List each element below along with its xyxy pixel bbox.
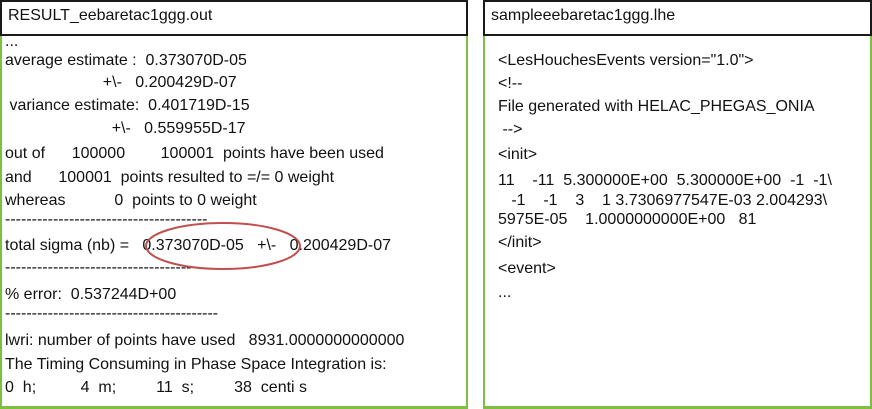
separator-line: ---------------------------------------- bbox=[5, 305, 219, 322]
result-file-panel: RESULT_eebaretac1ggg.out ... average est… bbox=[0, 0, 468, 409]
lhe-line: <!-- bbox=[498, 75, 523, 92]
separator-line: -------------------------------------- bbox=[5, 211, 208, 228]
total-sigma-line: total sigma (nb) = 0.373070D-05 +\- 0.20… bbox=[5, 237, 392, 254]
lhe-line: 11 -11 5.300000E+00 5.300000E+00 -1 -1\ bbox=[498, 172, 832, 189]
result-file-title: RESULT_eebaretac1ggg.out bbox=[8, 7, 213, 24]
lhe-line: <event> bbox=[498, 260, 556, 277]
lhe-file-header: sampleeebaretac1ggg.lhe bbox=[483, 0, 872, 36]
output-line: whereas 0 points to 0 weight bbox=[5, 192, 257, 209]
lhe-file-panel: sampleeebaretac1ggg.lhe <LesHouchesEvent… bbox=[483, 0, 872, 409]
lhe-file-title: sampleeebaretac1ggg.lhe bbox=[491, 7, 676, 24]
result-file-header: RESULT_eebaretac1ggg.out bbox=[0, 0, 468, 36]
output-line: lwri: number of points have used 8931.00… bbox=[5, 332, 405, 349]
lhe-line: -1 -1 3 1 3.7306977547E-03 2.004293\ bbox=[498, 192, 828, 209]
lhe-line: File generated with HELAC_PHEGAS_ONIA bbox=[498, 98, 815, 115]
error-line: % error: 0.537244D+00 bbox=[5, 286, 177, 303]
lhe-line: </init> bbox=[498, 234, 542, 251]
lhe-line: <LesHouchesEvents version="1.0"> bbox=[498, 52, 754, 69]
lhe-line: <init> bbox=[498, 146, 538, 163]
output-line: The Timing Consuming in Phase Space Inte… bbox=[5, 356, 387, 373]
output-line: variance estimate: 0.401719D-15 bbox=[5, 97, 250, 114]
output-line: average estimate : 0.373070D-05 bbox=[5, 52, 247, 69]
lhe-line: --> bbox=[498, 121, 523, 138]
output-line: and 100001 points resulted to =/= 0 weig… bbox=[5, 169, 335, 186]
output-line: ... bbox=[5, 33, 19, 50]
separator-line: ----------------------------------- bbox=[5, 259, 192, 276]
timing-line: 0 h; 4 m; 11 s; 38 centi s bbox=[5, 379, 308, 396]
output-line: +\- 0.200429D-07 bbox=[5, 74, 237, 91]
output-line: +\- 0.559955D-17 bbox=[5, 120, 246, 137]
lhe-line: ... bbox=[498, 284, 512, 301]
output-line: out of 100000 100001 points have been us… bbox=[5, 145, 384, 162]
lhe-line: 5975E-05 1.0000000000E+00 81 bbox=[498, 211, 757, 228]
